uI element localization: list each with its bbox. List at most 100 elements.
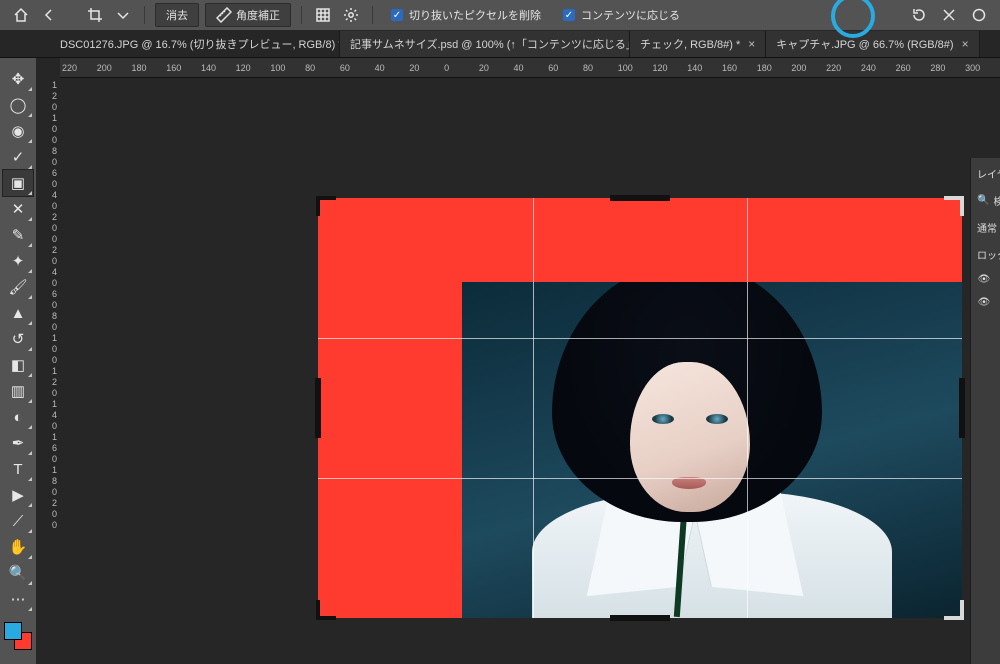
ratio-dropdown-icon[interactable] [112,4,134,26]
layer-row[interactable]: 👁 [973,295,1000,310]
eyedropper-tool[interactable]: ✎ [3,222,33,248]
brush-tool[interactable]: 🖌 [3,274,33,300]
crop-handle-top-left[interactable] [316,196,336,216]
visibility-eye-icon[interactable]: 👁 [977,274,991,285]
ruler-tick-label: 0 [36,201,57,212]
type-tool[interactable]: T [3,456,33,482]
home-icon[interactable] [10,4,32,26]
more-tool[interactable]: ⋯ [3,586,33,612]
cancel-crop-icon[interactable] [938,4,960,26]
ruler-tick-label: 1 [36,432,57,443]
ruler-tick-label: 0 [36,124,57,135]
crop-handle-top[interactable] [610,195,670,201]
layer-row[interactable]: 👁 [973,272,1000,287]
ruler-tick-label: 0 [36,300,57,311]
checkbox-checked-icon: ✓ [391,9,403,21]
grid-overlay-icon[interactable] [312,4,334,26]
document-tab[interactable]: DSC01276.JPG @ 16.7% (切り抜きプレビュー, RGB/8) … [50,31,340,57]
close-tab-icon[interactable]: × [962,37,969,51]
color-swatches[interactable] [4,622,32,650]
gradient-tool[interactable]: ▥ [3,378,33,404]
commit-crop-icon[interactable] [968,4,990,26]
eraser-tool[interactable]: ◧ [3,352,33,378]
clone-stamp-tool[interactable]: ▲ [3,300,33,326]
document-tab-label: キャプチャ.JPG @ 66.7% (RGB/8#) [776,36,953,52]
document-tab[interactable]: キャプチャ.JPG @ 66.7% (RGB/8#) × [766,31,979,57]
tool-flyout-indicator-icon [28,321,32,325]
healing-brush-tool[interactable]: ✦ [3,248,33,274]
crop-handle-bottom-right[interactable] [944,600,964,620]
crop-handle-bottom[interactable] [610,615,670,621]
ruler-tick-label: 0 [36,256,57,267]
quick-select-tool[interactable]: ✓ [3,144,33,170]
ruler-tick-label: 180 [131,63,166,73]
marquee-ellipse-tool[interactable]: ◯ [3,92,33,118]
content-aware-checkbox[interactable]: ✓ コンテンツに応じる [563,7,680,23]
crop-handle-top-right[interactable] [944,196,964,216]
document-image [462,282,962,618]
document-tab-label: チェック, RGB/8#) * [640,36,740,52]
line-tool[interactable]: ⟋ [3,508,33,534]
path-select-tool[interactable]: ▶ [3,482,33,508]
layers-panel-tab[interactable]: レイヤ [973,164,1000,183]
hand-tool[interactable]: ✋ [3,534,33,560]
lasso-tool[interactable]: ◉ [3,118,33,144]
crop-tool[interactable]: ▣ [3,170,33,196]
tool-flyout-indicator-icon [28,555,32,559]
crop-tool-icon[interactable] [84,4,106,26]
ruler-tick-label: 200 [97,63,132,73]
crop-bounding-box[interactable] [318,198,962,618]
dodge-tool[interactable]: ◐ [3,404,33,430]
gear-icon[interactable] [340,4,362,26]
blend-mode-dropdown[interactable]: 通常 [973,218,1000,237]
chevron-left-icon[interactable] [38,4,60,26]
zoom-tool[interactable]: 🔍 [3,560,33,586]
ruler-tick-label: 0 [36,179,57,190]
ruler-tick-label: 1 [36,366,57,377]
ruler-tick-label: 0 [36,157,57,168]
tool-flyout-indicator-icon [28,451,32,455]
layers-search[interactable]: 🔍 検 [973,191,1000,210]
ruler-tick-label: 4 [36,190,57,201]
ruler-tick-label: 0 [36,135,57,146]
crop-grid-line [747,198,748,618]
tool-flyout-indicator-icon [28,347,32,351]
ruler-tick-label: 80 [305,63,340,73]
document-tab[interactable]: 記事サムネサイズ.psd @ 100% (↑「コンテンツに応じる」に [340,31,630,57]
content-aware-label: コンテンツに応じる [581,7,680,23]
reset-crop-icon[interactable] [908,4,930,26]
tool-flyout-indicator-icon [28,217,32,221]
vertical-ruler: 1201008060 40 20 0 204060801001201401601… [36,58,60,664]
ruler-tick-label: 240 [861,63,896,73]
document-tab[interactable]: チェック, RGB/8#) * × [630,31,766,57]
tool-flyout-indicator-icon [28,113,32,117]
frame-tool[interactable]: ✕ [3,196,33,222]
crop-handle-left[interactable] [315,378,321,438]
ruler-tick-label: 0 [444,63,479,73]
ruler-tick-label: 0 [36,388,57,399]
ruler-icon [216,7,232,23]
tool-flyout-indicator-icon [28,529,32,533]
crop-handle-right[interactable] [959,378,965,438]
ruler-tick-label: 0 [36,234,57,245]
clear-button[interactable]: 消去 [155,3,199,27]
foreground-swatch[interactable] [4,622,22,640]
visibility-eye-icon[interactable]: 👁 [977,297,991,308]
close-tab-icon[interactable]: × [748,37,755,51]
delete-pixels-checkbox[interactable]: ✓ 切り抜いたピクセルを削除 [391,7,541,23]
history-brush-tool[interactable]: ↺ [3,326,33,352]
ruler-tick-label: 160 [166,63,201,73]
straighten-button[interactable]: 角度補正 [205,3,291,27]
document-tab-label: DSC01276.JPG @ 16.7% (切り抜きプレビュー, RGB/8) … [60,36,340,52]
ruler-tick-label: 100 [270,63,305,73]
pen-tool[interactable]: ✒ [3,430,33,456]
ruler-tick-label: 220 [62,63,97,73]
search-icon: 🔍 [977,195,989,206]
canvas-workspace[interactable]: 2202001801601401201008060402002040608010… [60,58,1000,664]
layers-panel[interactable]: レイヤ 🔍 検 通常 ロック 👁 👁 [970,158,1000,664]
crop-handle-bottom-left[interactable] [316,600,336,620]
ruler-tick-label: 120 [236,63,271,73]
clear-button-label: 消去 [166,7,188,23]
move-tool[interactable]: ✥ [3,66,33,92]
ruler-tick-label: 8 [36,311,57,322]
